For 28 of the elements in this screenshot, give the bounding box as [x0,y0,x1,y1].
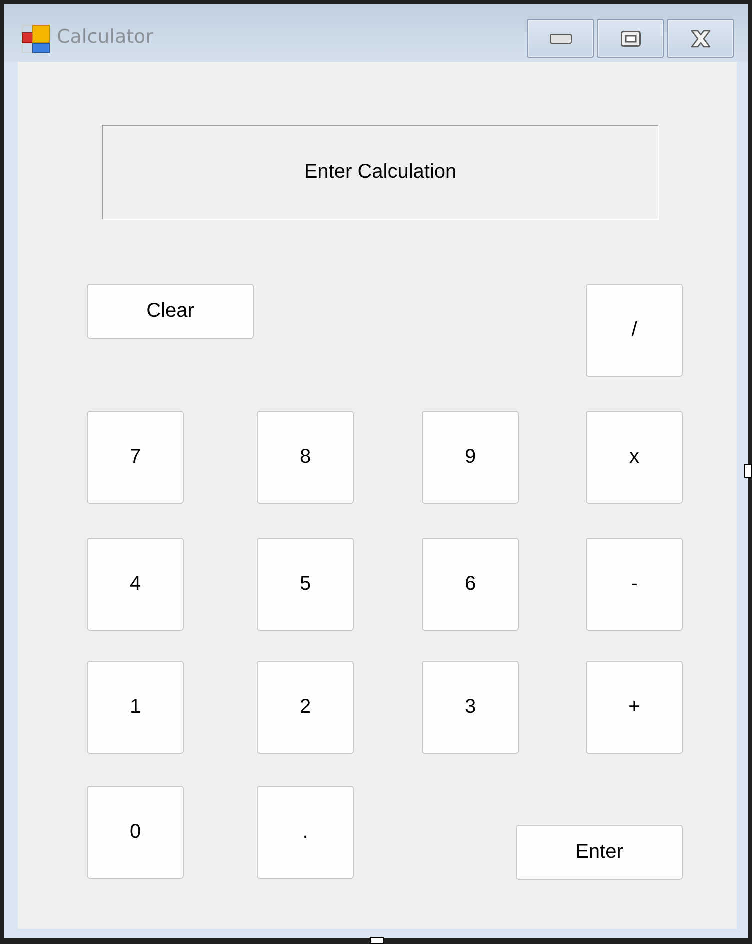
close-icon [688,30,712,48]
resize-handle[interactable] [370,937,384,944]
resize-handle[interactable] [744,464,752,478]
calculator-button[interactable]: / [586,284,683,377]
calculator-button[interactable]: 4 [87,538,184,631]
calculator-button[interactable]: 5 [257,538,354,631]
calculator-button[interactable]: + [586,661,683,754]
window-title: Calculator [57,26,154,48]
calculator-button[interactable]: 8 [257,411,354,504]
calculator-button[interactable]: 1 [87,661,184,754]
maximize-icon [620,30,640,46]
app-icon [22,25,50,53]
maximize-button[interactable] [597,19,664,58]
calculator-button[interactable]: 9 [422,411,519,504]
calculator-button[interactable]: Enter [516,825,683,880]
calculator-button[interactable]: . [257,786,354,879]
calculator-button[interactable]: 0 [87,786,184,879]
calculator-button[interactable]: - [586,538,683,631]
minimize-button[interactable] [527,19,594,58]
calculator-button[interactable]: 2 [257,661,354,754]
calculator-button[interactable]: 3 [422,661,519,754]
calculation-display: Enter Calculation [102,125,659,220]
close-button[interactable] [667,19,734,58]
calculator-button[interactable]: Clear [87,284,254,339]
calculator-button[interactable]: 7 [87,411,184,504]
minimize-icon [550,34,572,44]
calculator-button[interactable]: x [586,411,683,504]
calculator-button[interactable]: 6 [422,538,519,631]
